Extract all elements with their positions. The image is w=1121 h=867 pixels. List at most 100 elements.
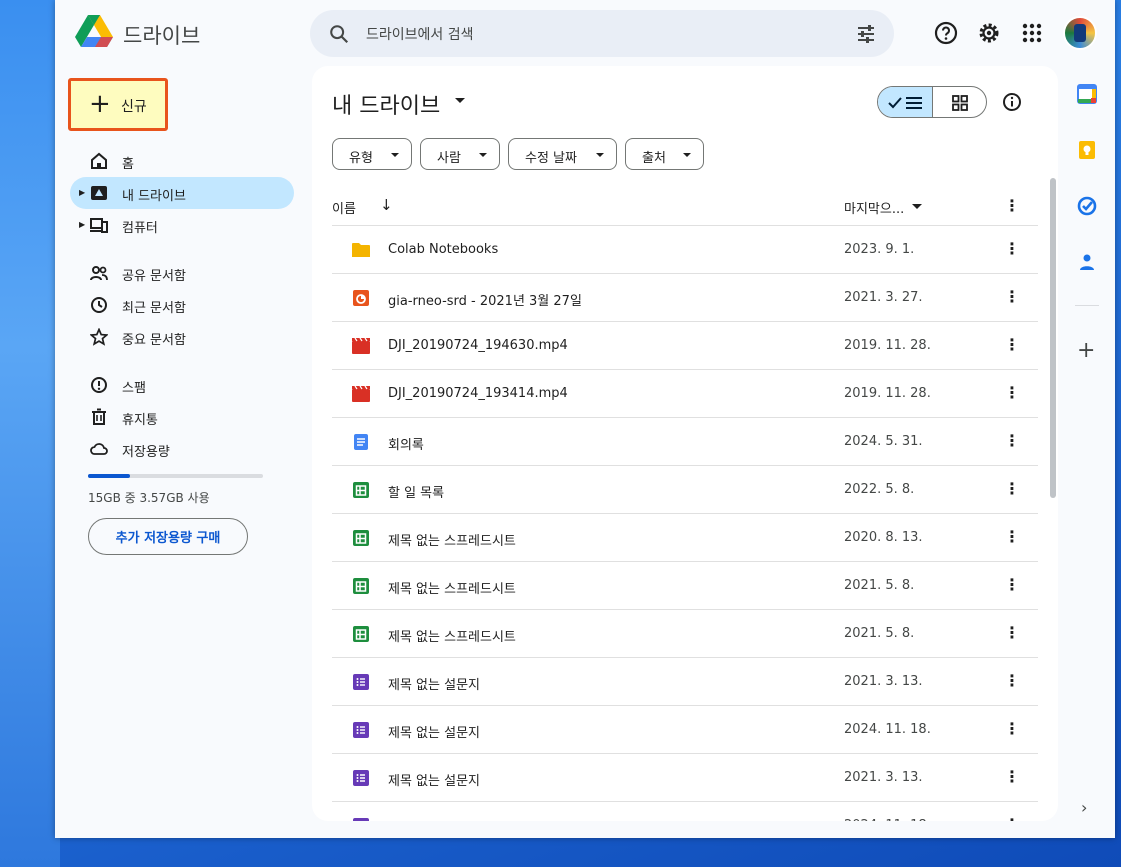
help-icon[interactable] xyxy=(933,20,959,46)
more-vert-icon[interactable]: ⋮ xyxy=(1004,815,1020,821)
storage-usage-text: 15GB 중 3.57GB 사용 xyxy=(88,491,210,505)
table-row[interactable]: 제목 없는 설문지 2021. 3. 13. ⋮ xyxy=(332,754,1038,802)
sidebar-item-home[interactable]: 홈 xyxy=(70,145,294,177)
sidebar-item-shared[interactable]: 공유 문서함 xyxy=(70,257,294,289)
desktop-background xyxy=(0,0,60,867)
sidebar-item-label: 홈 xyxy=(122,157,134,172)
table-row[interactable]: Colab Notebooks 2023. 9. 1. ⋮ xyxy=(332,226,1038,274)
file-name[interactable]: 제목 없는 스프레드시트 xyxy=(388,530,516,549)
settings-icon[interactable] xyxy=(976,20,1002,46)
expand-caret-icon[interactable]: ▶ xyxy=(79,220,85,229)
forms-icon xyxy=(352,770,370,786)
sidebar-item-trash[interactable]: 휴지통 xyxy=(70,401,294,433)
drive-logo-icon[interactable] xyxy=(75,15,113,49)
trash-icon xyxy=(92,408,106,425)
filter-people-chip[interactable]: 사람 xyxy=(420,138,500,170)
account-avatar[interactable] xyxy=(1063,16,1097,50)
view-toggle[interactable] xyxy=(877,86,987,118)
table-row[interactable]: 회의록 2024. 5. 31. ⋮ xyxy=(332,418,1038,466)
file-name[interactable]: 제목 없는 설문지 xyxy=(388,818,480,821)
scrollbar[interactable] xyxy=(1050,178,1056,498)
more-vert-icon[interactable]: ⋮ xyxy=(1004,239,1020,258)
more-vert-icon[interactable]: ⋮ xyxy=(1004,431,1020,450)
more-vert-icon[interactable]: ⋮ xyxy=(1004,767,1020,786)
sidebar-item-computers[interactable]: ▶ 컴퓨터 xyxy=(70,209,294,241)
sidebar-item-storage[interactable]: 저장용량 xyxy=(70,433,294,465)
file-name[interactable]: 제목 없는 설문지 xyxy=(388,722,480,741)
file-name[interactable]: 제목 없는 설문지 xyxy=(388,770,480,789)
column-header-date[interactable]: 마지막으... xyxy=(844,198,904,217)
chevron-right-icon[interactable]: › xyxy=(1081,798,1087,817)
file-name[interactable]: DJI_20190724_194630.mp4 xyxy=(388,338,568,353)
more-vert-icon[interactable]: ⋮ xyxy=(1004,623,1020,642)
tasks-icon[interactable] xyxy=(1077,196,1097,216)
list-view-button[interactable] xyxy=(878,87,933,117)
storage-meter-fill xyxy=(88,474,130,478)
table-row[interactable]: 제목 없는 스프레드시트 2021. 5. 8. ⋮ xyxy=(332,610,1038,658)
more-vert-icon[interactable]: ⋮ xyxy=(1004,383,1020,402)
file-name[interactable]: Colab Notebooks xyxy=(388,242,498,257)
more-vert-icon[interactable]: ⋮ xyxy=(1004,575,1020,594)
grid-view-button[interactable] xyxy=(933,87,986,117)
table-row[interactable]: 제목 없는 스프레드시트 2020. 8. 13. ⋮ xyxy=(332,514,1038,562)
filter-type-chip[interactable]: 유형 xyxy=(332,138,412,170)
file-modified-date: 2024. 11. 18. xyxy=(844,818,931,821)
sidebar-item-my-drive[interactable]: ▶ 내 드라이브 xyxy=(70,177,294,209)
column-header-name[interactable]: 이름 xyxy=(332,198,356,217)
search-input[interactable]: 드라이브에서 검색 xyxy=(366,24,474,44)
sidebar-item-starred[interactable]: 중요 문서함 xyxy=(70,321,294,353)
more-vert-icon[interactable]: ⋮ xyxy=(1004,527,1020,546)
docs-icon xyxy=(352,434,370,450)
more-vert-icon[interactable]: ⋮ xyxy=(1004,335,1020,354)
chevron-down-icon[interactable] xyxy=(912,204,922,209)
shared-icon xyxy=(90,266,108,281)
table-row[interactable]: gia-rneo-srd - 2021년 3월 27일 2021. 3. 27. ⋮ xyxy=(332,274,1038,322)
sidebar-item-recent[interactable]: 최근 문서함 xyxy=(70,289,294,321)
add-addon-icon[interactable]: + xyxy=(1077,338,1095,363)
buy-storage-button[interactable]: 추가 저장용량 구매 xyxy=(88,518,248,555)
more-vert-icon[interactable]: ⋮ xyxy=(1004,671,1020,690)
computers-icon xyxy=(90,218,108,233)
calendar-icon[interactable] xyxy=(1077,84,1097,104)
cloud-icon xyxy=(90,443,108,455)
page-title[interactable]: 내 드라이브 xyxy=(332,88,440,120)
new-button[interactable]: + 신규 xyxy=(68,78,168,131)
expand-caret-icon[interactable]: ▶ xyxy=(79,188,85,197)
more-vert-icon[interactable]: ⋮ xyxy=(1004,287,1020,306)
chevron-down-icon xyxy=(683,153,691,157)
table-row[interactable]: 제목 없는 설문지 2021. 3. 13. ⋮ xyxy=(332,658,1038,706)
filter-modified-chip[interactable]: 수정 날짜 xyxy=(508,138,617,170)
table-row[interactable]: DJI_20190724_194630.mp4 2019. 11. 28. ⋮ xyxy=(332,322,1038,370)
info-icon[interactable] xyxy=(1002,92,1022,112)
table-header: 이름 ↓ 마지막으... ⋮ xyxy=(332,192,1038,226)
file-name[interactable]: 제목 없는 스프레드시트 xyxy=(388,578,516,597)
file-name[interactable]: 제목 없는 설문지 xyxy=(388,674,480,693)
filter-source-chip[interactable]: 출처 xyxy=(625,138,704,170)
table-row[interactable]: DJI_20190724_193414.mp4 2019. 11. 28. ⋮ xyxy=(332,370,1038,418)
file-name[interactable]: 제목 없는 스프레드시트 xyxy=(388,626,516,645)
search-bar[interactable]: 드라이브에서 검색 xyxy=(310,10,894,57)
apps-grid-icon[interactable] xyxy=(1019,20,1045,46)
title-dropdown-icon[interactable] xyxy=(455,98,465,103)
table-row[interactable]: 제목 없는 설문지 2024. 11. 18. ⋮ xyxy=(332,802,1038,821)
table-row[interactable]: 할 일 목록 2022. 5. 8. ⋮ xyxy=(332,466,1038,514)
file-name[interactable]: DJI_20190724_193414.mp4 xyxy=(388,386,568,401)
file-name[interactable]: 할 일 목록 xyxy=(388,482,444,501)
contacts-icon[interactable] xyxy=(1077,252,1097,272)
sort-arrow-down-icon[interactable]: ↓ xyxy=(380,196,393,214)
plus-icon: + xyxy=(89,89,111,119)
slides-icon xyxy=(352,290,370,306)
file-name[interactable]: gia-rneo-srd - 2021년 3월 27일 xyxy=(388,290,582,309)
sidebar-item-label: 스팸 xyxy=(122,381,146,396)
more-vert-icon[interactable]: ⋮ xyxy=(1004,719,1020,738)
table-row[interactable]: 제목 없는 스프레드시트 2021. 5. 8. ⋮ xyxy=(332,562,1038,610)
sidebar-item-spam[interactable]: 스팸 xyxy=(70,369,294,401)
search-icon[interactable] xyxy=(328,23,350,45)
more-vert-icon[interactable]: ⋮ xyxy=(1004,196,1020,215)
more-vert-icon[interactable]: ⋮ xyxy=(1004,479,1020,498)
search-options-icon[interactable] xyxy=(856,24,876,44)
keep-icon[interactable] xyxy=(1077,140,1097,160)
file-name[interactable]: 회의록 xyxy=(388,434,424,453)
table-row[interactable]: 제목 없는 설문지 2024. 11. 18. ⋮ xyxy=(332,706,1038,754)
video-icon xyxy=(352,337,370,354)
